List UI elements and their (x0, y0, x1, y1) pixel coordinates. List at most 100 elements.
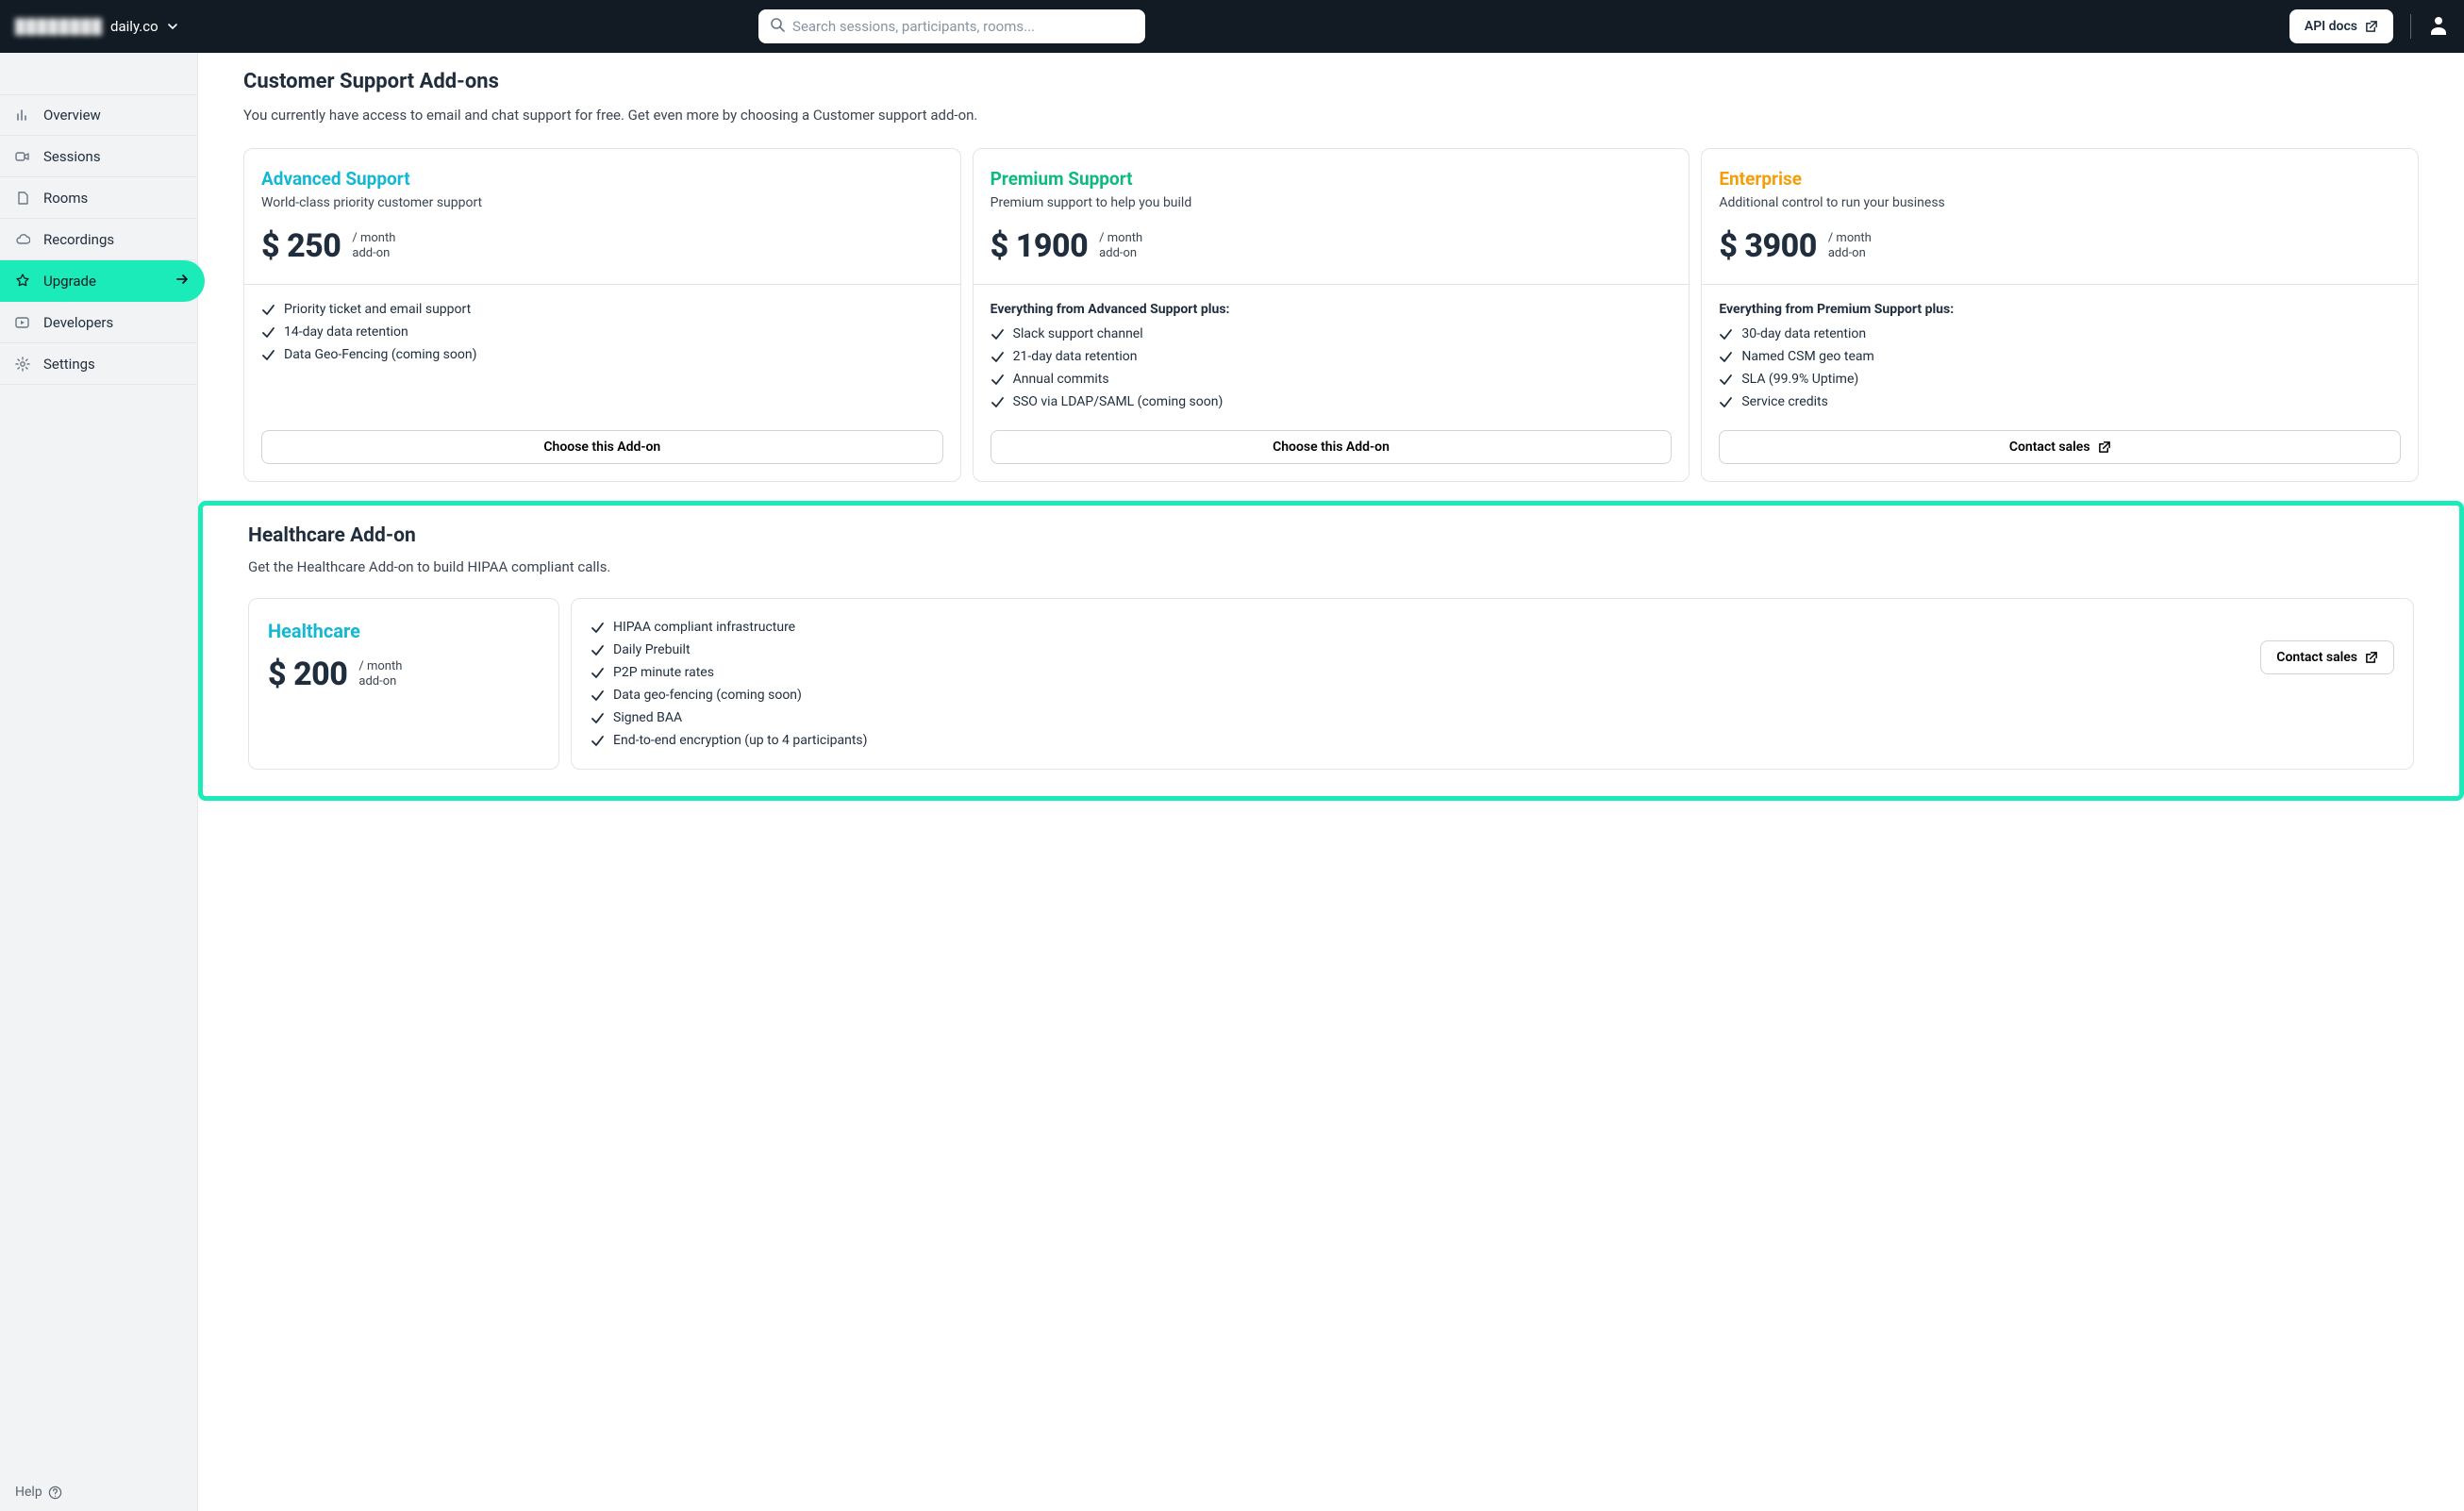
bars-icon (15, 108, 30, 123)
sidebar-item-label: Overview (43, 107, 101, 124)
doc-icon (15, 191, 30, 206)
plan-price: $ 3900 (1719, 227, 1817, 265)
plan-card-enterprise: Enterprise Additional control to run you… (1701, 148, 2419, 482)
check-icon (991, 351, 1004, 364)
plan-price: $ 1900 (991, 227, 1089, 265)
check-icon (261, 349, 275, 362)
feature-item: SSO via LDAP/SAML (coming soon) (991, 394, 1673, 409)
plan-name: Healthcare (268, 620, 540, 642)
plan-subtitle: Additional control to run your business (1719, 195, 2401, 210)
help-link[interactable]: Help (15, 1485, 62, 1500)
sidebar-item-recordings[interactable]: Recordings (0, 219, 197, 260)
divider (2410, 14, 2411, 39)
includes-prefix: Everything from Premium Support plus: (1719, 302, 2401, 317)
domain-switcher[interactable]: ████████ daily.co (15, 18, 179, 35)
arrow-right-icon (175, 272, 190, 291)
topbar-right: API docs (2289, 9, 2449, 43)
sidebar-item-settings[interactable]: Settings (0, 343, 197, 385)
sidebar-item-sessions[interactable]: Sessions (0, 136, 197, 177)
plan-subtitle: World-class priority customer support (261, 195, 943, 210)
feature-item: Data Geo-Fencing (coming soon) (261, 347, 943, 362)
support-plans-row: Advanced Support World-class priority cu… (243, 148, 2419, 482)
check-icon (1719, 396, 1732, 409)
plan-price-meta: / monthadd-on (358, 659, 402, 689)
feature-list: Slack support channel 21-day data retent… (991, 326, 1673, 409)
gear-icon (15, 357, 30, 372)
sidebar-item-label: Rooms (43, 190, 88, 207)
user-icon (2428, 14, 2449, 35)
healthcare-features-card: HIPAA compliant infrastructure Daily Pre… (571, 598, 2414, 770)
feature-item: 14-day data retention (261, 324, 943, 340)
check-icon (991, 328, 1004, 341)
search-input[interactable] (758, 9, 1145, 43)
check-icon (261, 304, 275, 317)
check-icon (1719, 351, 1732, 364)
choose-addon-button[interactable]: Choose this Add-on (991, 430, 1673, 464)
feature-item: 30-day data retention (1719, 326, 2401, 341)
choose-addon-button[interactable]: Choose this Add-on (261, 430, 943, 464)
sidebar-item-upgrade[interactable]: Upgrade (0, 260, 205, 302)
feature-item: Daily Prebuilt (591, 642, 2241, 657)
check-icon (1719, 328, 1732, 341)
play-icon (15, 315, 30, 330)
feature-item: 21-day data retention (991, 349, 1673, 364)
healthcare-section: Healthcare Add-on Get the Healthcare Add… (198, 501, 2464, 801)
sidebar-item-label: Sessions (43, 148, 101, 165)
check-icon (591, 644, 604, 657)
contact-sales-button[interactable]: Contact sales (2260, 640, 2394, 674)
support-section-desc: You currently have access to email and c… (243, 107, 2419, 124)
check-icon (591, 712, 604, 725)
user-menu[interactable] (2428, 14, 2449, 39)
feature-list: HIPAA compliant infrastructure Daily Pre… (591, 620, 2241, 748)
includes-prefix: Everything from Advanced Support plus: (991, 302, 1673, 317)
api-docs-button[interactable]: API docs (2289, 9, 2393, 43)
cloud-icon (15, 232, 30, 247)
sidebar-item-developers[interactable]: Developers (0, 302, 197, 343)
domain-name-blurred: ████████ (15, 18, 103, 35)
feature-list: 30-day data retention Named CSM geo team… (1719, 326, 2401, 409)
sidebar-item-label: Settings (43, 356, 95, 373)
search-icon (770, 17, 785, 36)
plan-card-advanced: Advanced Support World-class priority cu… (243, 148, 961, 482)
feature-item: Slack support channel (991, 326, 1673, 341)
help-label: Help (15, 1485, 42, 1500)
main: Customer Support Add-ons You currently h… (198, 53, 2464, 1511)
feature-item: SLA (99.9% Uptime) (1719, 372, 2401, 387)
healthcare-desc: Get the Healthcare Add-on to build HIPAA… (248, 558, 2414, 575)
plan-price-meta: / monthadd-on (1828, 231, 1872, 260)
video-icon (15, 149, 30, 164)
feature-item: Service credits (1719, 394, 2401, 409)
check-icon (991, 374, 1004, 387)
support-section-title: Customer Support Add-ons (243, 70, 2419, 93)
feature-item: Annual commits (991, 372, 1673, 387)
feature-item: HIPAA compliant infrastructure (591, 620, 2241, 635)
external-link-icon (2098, 440, 2111, 454)
check-icon (591, 622, 604, 635)
plan-name: Enterprise (1719, 168, 2401, 190)
chevron-down-icon (166, 20, 179, 33)
feature-item: Named CSM geo team (1719, 349, 2401, 364)
plan-price-meta: / monthadd-on (1099, 231, 1142, 260)
check-icon (591, 667, 604, 680)
plan-name: Premium Support (991, 168, 1673, 190)
external-link-icon (2365, 20, 2378, 33)
external-link-icon (2365, 651, 2378, 664)
plan-price: $ 250 (261, 227, 341, 265)
feature-item: Priority ticket and email support (261, 302, 943, 317)
sidebar-item-label: Upgrade (43, 273, 96, 290)
feature-item: Signed BAA (591, 710, 2241, 725)
healthcare-title: Healthcare Add-on (248, 524, 2414, 547)
contact-sales-button[interactable]: Contact sales (1719, 430, 2401, 464)
plan-card-premium: Premium Support Premium support to help … (973, 148, 1690, 482)
api-docs-label: API docs (2305, 19, 2357, 34)
check-icon (991, 396, 1004, 409)
domain-suffix: daily.co (110, 18, 158, 35)
sidebar-item-label: Developers (43, 314, 113, 331)
plan-price: $ 200 (268, 656, 347, 693)
check-icon (1719, 374, 1732, 387)
sidebar-item-overview[interactable]: Overview (0, 94, 197, 136)
healthcare-price-card: Healthcare $ 200 / monthadd-on (248, 598, 559, 770)
sidebar-item-rooms[interactable]: Rooms (0, 177, 197, 219)
sidebar: Overview Sessions Rooms Recordings Upgra… (0, 53, 198, 1511)
check-icon (591, 735, 604, 748)
